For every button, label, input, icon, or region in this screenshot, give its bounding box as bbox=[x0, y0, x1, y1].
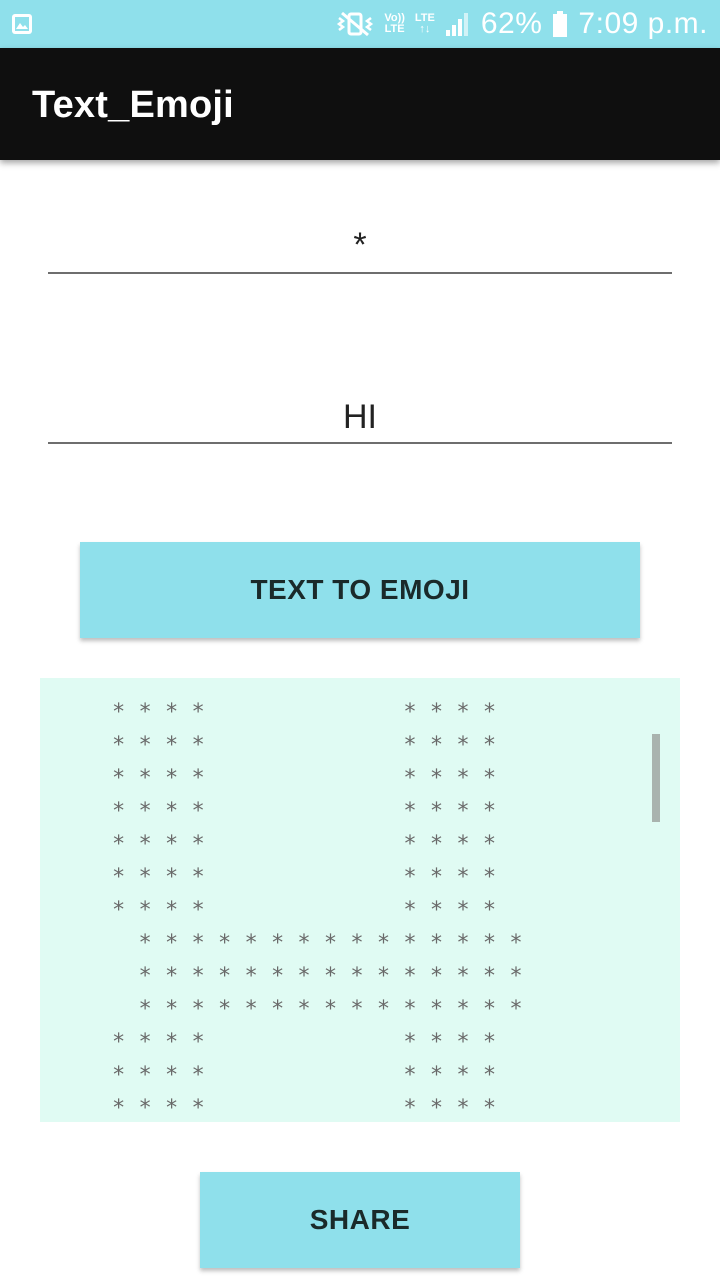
volte-indicator: Vo)) LTE bbox=[384, 12, 405, 35]
status-bar: Vo)) LTE LTE ↑↓ 62% 7:09 p.m. bbox=[0, 0, 720, 48]
gallery-notification-icon bbox=[12, 14, 32, 34]
vibrate-mute-icon bbox=[337, 11, 374, 37]
app-bar: Text_Emoji bbox=[0, 48, 720, 160]
text-input[interactable] bbox=[48, 392, 672, 444]
app-title: Text_Emoji bbox=[32, 84, 234, 126]
signal-strength-icon bbox=[445, 13, 468, 36]
battery-percent: 62% bbox=[480, 7, 543, 40]
text-to-emoji-button[interactable]: TEXT TO EMOJI bbox=[80, 542, 640, 638]
emoji-output-panel[interactable]: * * * * * * * * * * * * * * * * * * * * … bbox=[40, 678, 680, 1122]
status-right-group: Vo)) LTE LTE ↑↓ 62% 7:09 p.m. bbox=[336, 0, 708, 48]
emoji-char-input[interactable] bbox=[48, 218, 672, 274]
output-scrollbar[interactable] bbox=[652, 734, 660, 822]
lte-indicator: LTE ↑↓ bbox=[414, 12, 435, 35]
clock: 7:09 p.m. bbox=[578, 7, 708, 40]
battery-icon bbox=[553, 11, 568, 37]
emoji-art-text: * * * * * * * * * * * * * * * * * * * * … bbox=[112, 700, 523, 1121]
share-button[interactable]: SHARE bbox=[200, 1172, 520, 1268]
